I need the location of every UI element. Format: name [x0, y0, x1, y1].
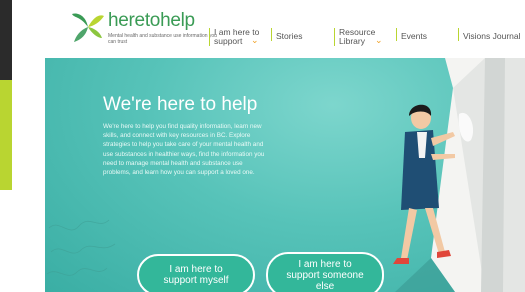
support-someone-else-button[interactable]: I am here to support someone else: [266, 252, 384, 292]
nav-item-label-line-2: Library: [339, 36, 365, 46]
nav-item-label: Events: [401, 31, 427, 41]
leaf-logo-icon: [72, 13, 104, 42]
left-edge-dark-strip: [0, 0, 12, 80]
button-label-line-1: I am here to: [169, 264, 223, 275]
button-label-line-2: support myself: [163, 275, 229, 286]
chevron-down-icon: ⌄: [251, 35, 259, 45]
nav-item-label: Visions Journal: [463, 31, 521, 41]
site-logo[interactable]: heretohelp Mental health and substance u…: [70, 8, 217, 45]
hero-description: We're here to help you find quality info…: [103, 123, 265, 177]
left-edge-green-strip: [0, 80, 12, 190]
nav-item-label: Stories: [276, 31, 303, 41]
button-label-line-3: else: [315, 280, 335, 292]
logo-tagline: Mental health and substance use informat…: [108, 33, 217, 45]
nav-item-i-am-here-to-support[interactable]: I am here to support ⌄: [209, 28, 259, 46]
nav-item-resource-library[interactable]: Resource Library ⌄: [334, 28, 383, 46]
chevron-down-icon: ⌄: [375, 35, 383, 45]
nav-item-visions-journal[interactable]: Visions Journal: [458, 28, 521, 41]
button-label-line-1: I am here to: [298, 258, 352, 270]
logo-wordmark: heretohelp: [108, 10, 195, 31]
button-label-line-2: support someone: [286, 269, 364, 281]
hero-scribble-decoration: [46, 219, 116, 276]
support-myself-button[interactable]: I am here to support myself: [137, 254, 255, 292]
nav-item-stories[interactable]: Stories: [271, 28, 302, 41]
hero-banner: We're here to help We're here to help yo…: [45, 58, 525, 292]
nav-item-events[interactable]: Events: [396, 28, 427, 41]
hero-title: We're here to help: [103, 94, 258, 115]
site-header: heretohelp Mental health and substance u…: [12, 0, 525, 58]
